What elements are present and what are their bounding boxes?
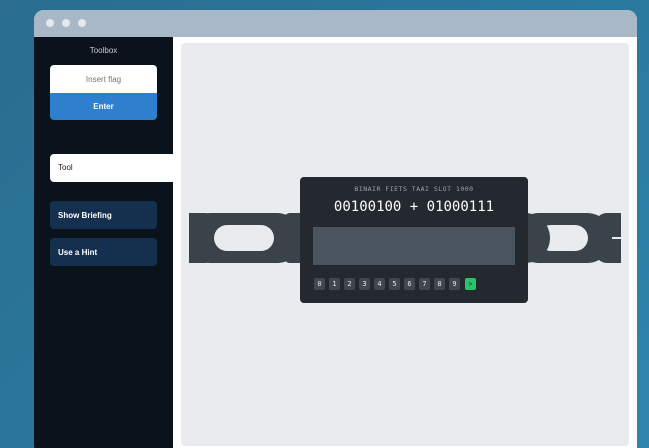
key-6[interactable]: 6 <box>404 278 415 290</box>
toolbox-title: Toolbox <box>89 46 118 55</box>
device-label: BINAIR FIETS TAAI SLOT 1000 <box>354 185 474 193</box>
tool-tab[interactable]: Tool <box>50 154 174 182</box>
key-9[interactable]: 9 <box>449 278 460 290</box>
answer-display <box>313 227 515 265</box>
show-briefing-button[interactable]: Show Briefing <box>50 201 157 229</box>
key-7[interactable]: 7 <box>419 278 430 290</box>
key-5[interactable]: 5 <box>389 278 400 290</box>
window-dot-3 <box>78 19 86 27</box>
window-dot-2 <box>62 19 70 27</box>
key-3[interactable]: 3 <box>359 278 370 290</box>
binary-equation: 00100100 + 01000111 <box>333 199 495 215</box>
window-dot-1 <box>46 19 54 27</box>
key-8[interactable]: 8 <box>434 278 445 290</box>
main-panel: BINAIR FIETS TAAI SLOT 1000 00100100 + 0… <box>173 37 637 448</box>
puzzle-canvas: BINAIR FIETS TAAI SLOT 1000 00100100 + 0… <box>181 43 629 446</box>
flag-input[interactable] <box>50 65 157 93</box>
key-2[interactable]: 2 <box>344 278 355 290</box>
use-hint-button[interactable]: Use a Hint <box>50 238 157 266</box>
app-window: Toolbox Enter Tool Show Briefing Use a H… <box>34 10 637 448</box>
key-0[interactable]: 0 <box>314 278 325 290</box>
keypad: 0 1 2 3 4 5 6 7 8 9 > <box>314 278 476 290</box>
toolbox-sidebar: Toolbox Enter Tool Show Briefing Use a H… <box>34 37 174 448</box>
key-4[interactable]: 4 <box>374 278 385 290</box>
enter-button[interactable]: Enter <box>50 93 157 120</box>
key-1[interactable]: 1 <box>329 278 340 290</box>
bike-lock-device: BINAIR FIETS TAAI SLOT 1000 00100100 + 0… <box>300 177 528 303</box>
window-titlebar <box>34 10 637 37</box>
submit-key[interactable]: > <box>465 278 476 290</box>
